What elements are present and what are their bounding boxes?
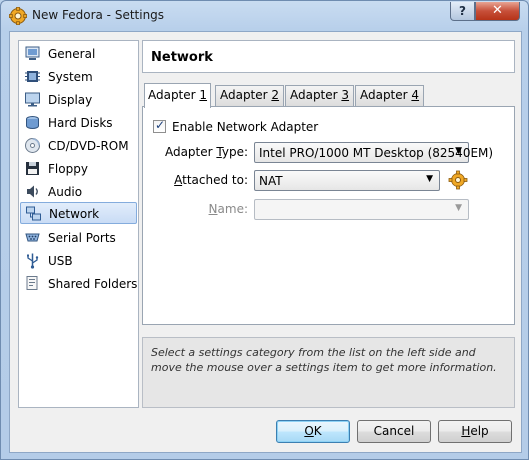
adapter-tab-panel: ✓ Enable Network Adapter Adapter Type: I…: [142, 106, 515, 325]
dialog-client-area: General System Display Hard Disks CD/DVD…: [9, 31, 522, 453]
dropdown-arrow-icon: ▼: [426, 174, 433, 184]
sidebar-item-system[interactable]: System: [20, 66, 137, 88]
sidebar-item-label: Floppy: [48, 162, 88, 176]
adapter-type-label: Adapter Type:: [148, 145, 248, 159]
title-help-button[interactable]: ?: [450, 2, 475, 21]
general-icon: [25, 46, 40, 60]
cd-dvd-icon: [25, 138, 40, 153]
sidebar-item-label: Serial Ports: [48, 231, 116, 245]
enable-adapter-checkbox[interactable]: ✓: [153, 118, 166, 133]
advanced-settings-gear-icon[interactable]: [448, 170, 468, 190]
tab-label-key: 3: [341, 88, 350, 102]
hard-disk-icon: [26, 116, 39, 129]
tab-label-key: 2: [271, 88, 280, 102]
tab-adapter-4[interactable]: Adapter 4: [355, 85, 424, 106]
sidebar-item-general[interactable]: General: [20, 43, 137, 65]
attached-to-label: Attached to:: [148, 173, 248, 187]
page-header: Network: [142, 40, 515, 73]
sidebar-item-usb[interactable]: USB: [20, 250, 137, 272]
ok-button[interactable]: OK: [276, 420, 350, 443]
sidebar-item-cd-dvd-rom[interactable]: CD/DVD-ROM: [20, 135, 137, 157]
sidebar-item-hard-disks[interactable]: Hard Disks: [20, 112, 137, 134]
serial-port-icon: [25, 233, 40, 242]
sidebar-item-display[interactable]: Display: [20, 89, 137, 111]
network-icon: [26, 206, 41, 221]
audio-speaker-icon: [27, 185, 38, 198]
label-part: ype:: [221, 145, 248, 159]
title-bar[interactable]: New Fedora - Settings ? ✕: [1, 1, 528, 31]
dropdown-arrow-icon: ▼: [455, 146, 462, 156]
button-label: K: [313, 424, 322, 438]
page-title: Network: [151, 50, 213, 65]
settings-window: New Fedora - Settings ? ✕ General System…: [0, 0, 529, 460]
sidebar-item-label: Network: [49, 207, 100, 221]
name-label: Name:: [148, 202, 248, 216]
system-chip-icon: [25, 71, 40, 82]
sidebar-item-label: System: [48, 70, 93, 84]
sidebar-item-shared-folders[interactable]: Shared Folders: [20, 273, 137, 295]
dropdown-arrow-icon: ▼: [455, 203, 462, 213]
tab-adapter-3[interactable]: Adapter 3: [285, 85, 354, 106]
label-key: N: [208, 202, 218, 216]
label-part: ttached to:: [182, 173, 248, 187]
sidebar-item-label: USB: [48, 254, 73, 268]
cancel-button[interactable]: Cancel: [357, 420, 431, 443]
tab-label: Adapter: [147, 88, 200, 102]
attached-to-value: NAT: [259, 174, 283, 188]
help-button[interactable]: Help: [438, 420, 512, 443]
name-select[interactable]: ▼: [254, 199, 469, 220]
button-label-key: H: [461, 424, 471, 438]
floppy-icon: [26, 162, 39, 175]
tab-adapter-1[interactable]: Adapter 1: [144, 83, 211, 108]
label-part: Adapter: [164, 145, 217, 159]
tab-adapter-2[interactable]: Adapter 2: [215, 85, 284, 106]
sidebar-item-audio[interactable]: Audio: [20, 181, 137, 203]
sidebar-item-serial-ports[interactable]: Serial Ports: [20, 227, 137, 249]
adapter-type-select[interactable]: Intel PRO/1000 MT Desktop (82540EM) ▼: [254, 142, 493, 163]
usb-icon: [27, 253, 39, 269]
checkmark-icon: ✓: [155, 118, 166, 132]
sidebar-item-label: Shared Folders: [48, 277, 138, 291]
sidebar-item-network[interactable]: Network: [20, 202, 137, 224]
display-monitor-icon: [25, 92, 40, 107]
tab-label-key: 4: [411, 88, 420, 102]
tab-label-key: 1: [199, 88, 208, 102]
sidebar-item-floppy[interactable]: Floppy: [20, 158, 137, 180]
settings-category-list[interactable]: General System Display Hard Disks CD/DVD…: [18, 40, 139, 408]
tab-label: Adapter: [359, 88, 412, 102]
button-label-key: O: [304, 424, 314, 438]
sidebar-item-label: Hard Disks: [48, 116, 113, 130]
shared-folder-icon: [26, 276, 38, 290]
attached-to-select[interactable]: NAT ▼: [254, 170, 440, 191]
button-label: elp: [470, 424, 489, 438]
label-key: A: [174, 173, 183, 187]
label-part: ame:: [217, 202, 248, 216]
title-close-button[interactable]: ✕: [475, 2, 520, 21]
window-title: New Fedora - Settings: [32, 8, 165, 22]
enable-adapter-label: Enable Network Adapter: [172, 120, 319, 134]
sidebar-item-label: Display: [48, 93, 93, 107]
info-panel: Select a settings category from the list…: [142, 337, 515, 408]
virtualbox-gear-icon: [9, 7, 27, 25]
sidebar-item-label: General: [48, 47, 96, 61]
tab-label: Adapter: [219, 88, 272, 102]
tab-label: Adapter: [289, 88, 342, 102]
sidebar-item-label: Audio: [48, 185, 83, 199]
info-text: Select a settings category from the list…: [151, 346, 497, 374]
sidebar-item-label: CD/DVD-ROM: [48, 139, 129, 153]
